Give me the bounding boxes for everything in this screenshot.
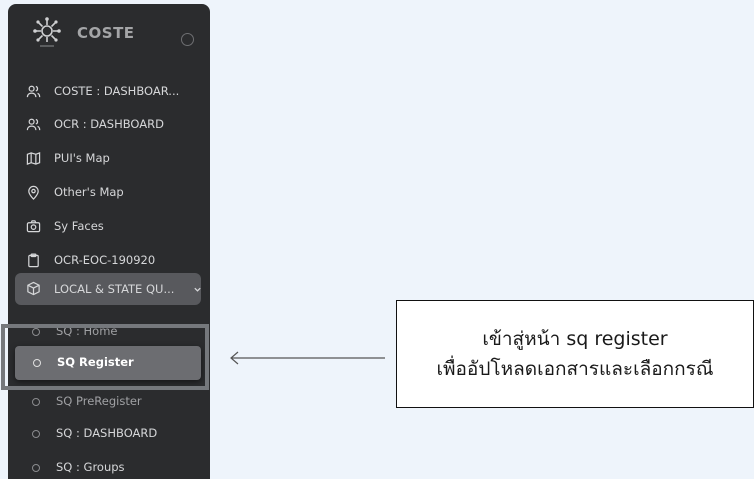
bullet-icon [32, 398, 40, 406]
box-icon [27, 281, 40, 296]
nav-label: COSTE : DASHBOAR... [54, 84, 180, 98]
nav-item-ocr-eoc[interactable]: OCR-EOC-190920 [8, 245, 210, 275]
brand-name: COSTE [77, 24, 135, 42]
highlight-box [1, 324, 209, 390]
nav-item-others-map[interactable]: Other's Map [8, 177, 210, 207]
callout-line-1: เข้าสู่หน้า sq register [482, 328, 668, 350]
arrow-left-icon [230, 351, 385, 365]
nav-item-puis-map[interactable]: PUI's Map [8, 143, 210, 173]
nav-item-sy-faces[interactable]: Sy Faces [8, 211, 210, 241]
nav-item-coste-dashboard[interactable]: COSTE : DASHBOAR... [8, 76, 210, 106]
sidebar-toggle[interactable] [181, 33, 194, 46]
nav-label: OCR-EOC-190920 [54, 253, 156, 267]
brand[interactable]: COSTE [30, 16, 135, 50]
chevron-down-icon [194, 287, 201, 292]
sub-item-sq-preregister[interactable]: SQ PreRegister [8, 388, 210, 418]
sub-item-sq-dashboard[interactable]: SQ : DASHBOARD [8, 420, 210, 450]
nav-label: Sy Faces [54, 219, 104, 233]
sub-item-label: SQ : DASHBOARD [56, 426, 158, 440]
users-icon [26, 118, 41, 131]
virus-icon [33, 17, 61, 47]
bullet-icon [32, 464, 40, 472]
nav-label: Other's Map [54, 185, 124, 199]
nav-item-ocr-dashboard[interactable]: OCR : DASHBOARD [8, 109, 210, 139]
callout-line-2: เพื่ออัปโหลดเอกสารและเลือกกรณี [436, 358, 714, 380]
bullet-icon [32, 430, 40, 438]
camera-icon [26, 220, 41, 233]
nav-group-label: LOCAL & STATE QU... [54, 282, 175, 296]
users-icon [26, 85, 41, 98]
map-icon [26, 151, 41, 166]
sub-item-label: SQ : Groups [56, 460, 125, 474]
nav-label: PUI's Map [54, 151, 110, 165]
sub-item-label: SQ PreRegister [56, 394, 142, 408]
nav-label: OCR : DASHBOARD [54, 117, 164, 131]
map-pin-icon [28, 185, 39, 200]
clipboard-icon [28, 253, 39, 268]
sub-item-sq-groups[interactable]: SQ : Groups [8, 454, 210, 479]
sidebar: COSTE COSTE : DASHBOAR... OCR : DASHBOAR… [8, 4, 210, 479]
callout-box: เข้าสู่หน้า sq register เพื่ออัปโหลดเอกส… [396, 300, 754, 408]
nav-group-local-state[interactable]: LOCAL & STATE QU... [15, 273, 201, 305]
